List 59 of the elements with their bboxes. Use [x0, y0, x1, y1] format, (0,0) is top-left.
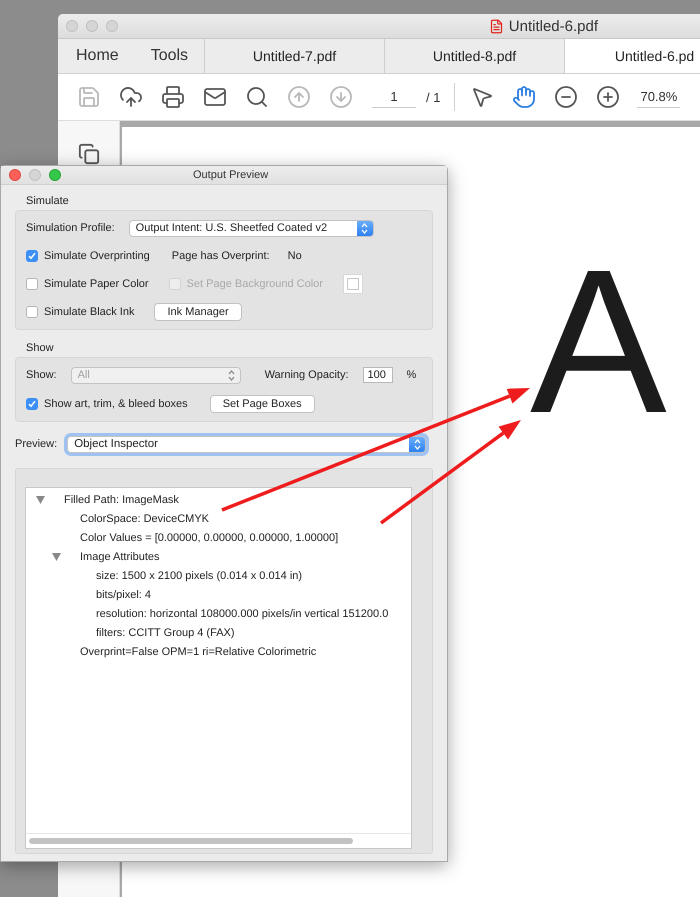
scrollbar[interactable] [29, 838, 353, 844]
cloud-upload-icon[interactable] [119, 85, 143, 109]
mail-icon[interactable] [203, 85, 227, 109]
tree-item[interactable]: resolution: horizontal 108000.000 pixels/in vertical 151200.0 [96, 608, 388, 620]
tree-item[interactable]: Overprint=False OPM=1 ri=Relative Colorimetric [80, 646, 316, 658]
page-number-field[interactable]: 1 [372, 86, 416, 108]
hand-icon[interactable] [512, 85, 536, 109]
window-title: Untitled-6.pdf [508, 18, 598, 34]
simulation-profile-select[interactable]: Output Intent: U.S. Sheetfed Coated v2 [128, 220, 374, 236]
document-tab[interactable]: Untitled-6.pd [564, 39, 700, 73]
color-swatch[interactable] [342, 274, 363, 294]
tree-item[interactable]: filters: CCITT Group 4 (FAX) [96, 626, 235, 638]
zoom-icon[interactable] [49, 169, 61, 181]
close-icon[interactable] [9, 169, 21, 181]
expanded-triangle-icon[interactable] [52, 552, 61, 560]
tree-item[interactable]: Color Values = [0.00000, 0.00000, 0.00000, 1.00000] [80, 532, 338, 544]
section-heading: Show [26, 342, 55, 354]
tree-item[interactable]: Filled Path: ImageMask [64, 494, 179, 506]
page-count: / 1 [426, 90, 440, 104]
field-label: Warning Opacity: [264, 369, 349, 381]
dialog-title: Output Preview [193, 169, 268, 181]
checkbox-label: Simulate Overprinting [44, 250, 150, 262]
tree-item[interactable]: size: 1500 x 2100 pixels (0.014 x 0.014 in) [96, 570, 302, 582]
nav-tab[interactable]: Home [60, 39, 135, 73]
checkbox[interactable] [26, 250, 38, 262]
checkbox-label: Simulate Black Ink [44, 306, 134, 318]
section-heading: Simulate [26, 195, 70, 207]
stepper-icon [409, 436, 426, 452]
zoom-out-icon[interactable] [554, 85, 578, 109]
opacity-field[interactable]: 100 [362, 367, 393, 383]
field-label: Page has Overprint: [172, 250, 270, 262]
field-label: Show: [26, 369, 57, 381]
search-icon[interactable] [245, 85, 269, 109]
pdf-file-icon [488, 18, 504, 34]
print-icon[interactable] [161, 85, 185, 109]
tree-item[interactable]: bits/pixel: 4 [96, 588, 152, 600]
checkbox-label: Simulate Paper Color [44, 278, 149, 290]
document-tab[interactable]: Untitled-7.pdf [204, 39, 384, 73]
zoom-in-icon[interactable] [596, 85, 620, 109]
expanded-triangle-icon[interactable] [36, 496, 45, 504]
field-label: Simulation Profile: [26, 222, 115, 234]
checkbox-label: Show art, trim, & bleed boxes [44, 398, 188, 410]
ink-manager-button[interactable]: Ink Manager [154, 303, 242, 321]
checkbox[interactable] [26, 278, 38, 290]
pages-icon[interactable] [78, 143, 100, 165]
checkbox[interactable] [26, 398, 38, 410]
set-page-boxes-button[interactable]: Set Page Boxes [210, 395, 315, 413]
page-letter: A [530, 239, 668, 444]
field-label: Preview: [15, 438, 58, 450]
checkbox-label: Set Page Background Color [186, 278, 323, 290]
field-value: No [288, 250, 302, 262]
tree-item[interactable]: Image Attributes [80, 550, 160, 562]
pointer-icon[interactable] [470, 85, 494, 109]
checkbox[interactable] [26, 306, 38, 318]
tree-item[interactable]: ColorSpace: DeviceCMYK [80, 512, 209, 524]
stepper-icon [356, 220, 373, 236]
nav-tab[interactable]: Tools [134, 39, 204, 73]
percent-sign: % [406, 369, 416, 381]
zoom-field[interactable]: 70.8% [637, 86, 680, 108]
